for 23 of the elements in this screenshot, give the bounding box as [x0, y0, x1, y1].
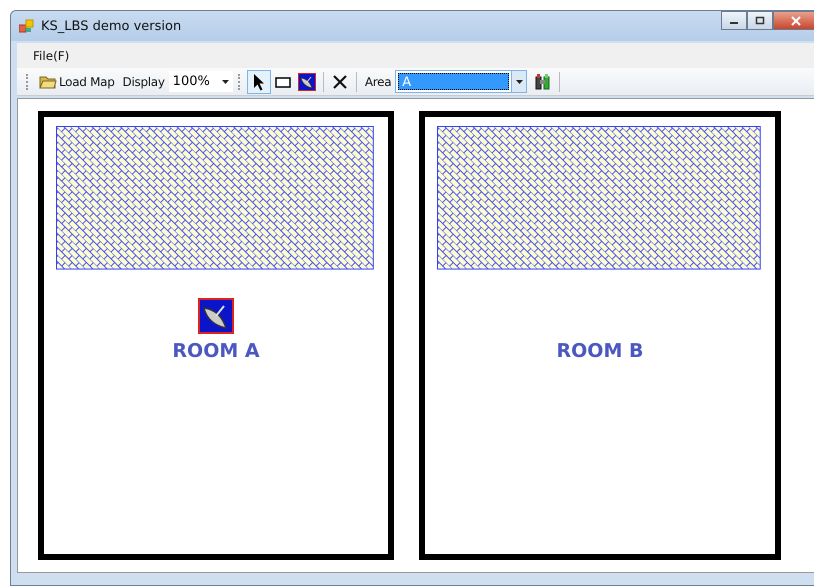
window-title: KS_LBS demo version — [41, 18, 182, 34]
pointer-tool[interactable] — [246, 70, 271, 94]
binoculars-icon — [534, 72, 552, 90]
load-map-button[interactable]: Load Map — [35, 74, 119, 88]
display-label: Display — [122, 74, 166, 88]
menu-item[interactable]: File(F) — [33, 48, 70, 62]
minimize-button[interactable] — [721, 11, 747, 30]
caret-icon — [222, 80, 229, 84]
antenna-icon — [298, 72, 316, 90]
zoom-dropdown[interactable]: 100% — [168, 71, 233, 92]
app-icon — [19, 19, 35, 33]
caret-icon — [516, 80, 523, 84]
room-label: ROOM A — [172, 340, 260, 362]
delete-icon — [332, 74, 348, 90]
pointer-icon — [252, 72, 265, 90]
close-icon — [790, 16, 802, 26]
folder-icon — [39, 74, 57, 88]
rectangle-icon — [274, 76, 291, 88]
area-label: Area — [364, 74, 392, 88]
maximize-button[interactable] — [747, 11, 773, 30]
close-button[interactable] — [773, 11, 814, 30]
room-label: ROOM B — [556, 340, 644, 362]
maximize-icon — [755, 16, 765, 25]
